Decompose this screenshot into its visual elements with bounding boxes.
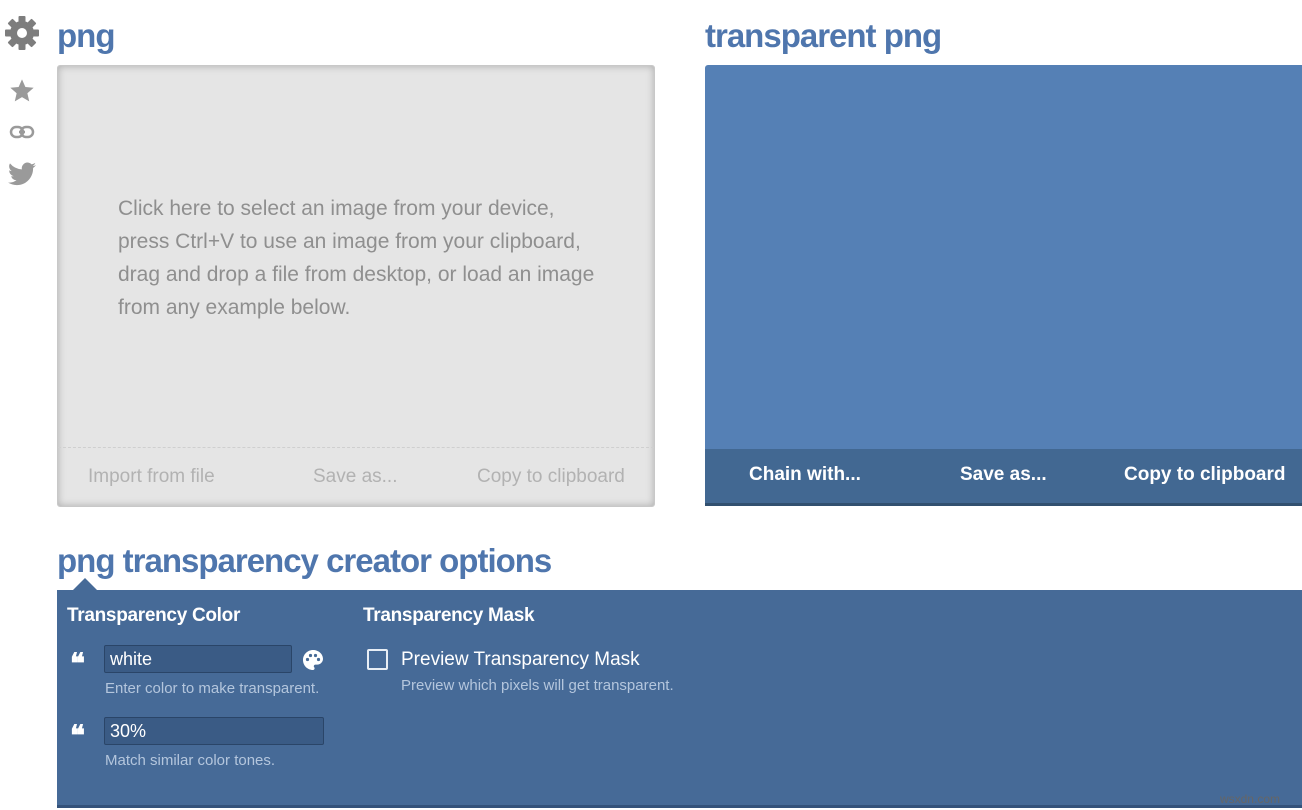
options-pointer	[73, 578, 97, 590]
transparency-color-heading: Transparency Color	[67, 605, 241, 626]
input-dropzone[interactable]: Click here to select an image from your …	[57, 65, 655, 507]
tone-similarity-input[interactable]	[104, 717, 324, 745]
transparency-color-help: Enter color to make transparent.	[105, 680, 320, 697]
transparency-mask-heading: Transparency Mask	[363, 605, 535, 626]
output-save-as-button[interactable]: Save as...	[960, 464, 1047, 486]
quote-icon: ❝	[70, 719, 86, 752]
output-actions: Chain with... Save as... Copy to clipboa…	[705, 449, 1302, 506]
watermark: wsxdn.com	[1219, 792, 1280, 806]
input-hint: Click here to select an image from your …	[118, 197, 595, 319]
input-actions: Import from file Save as... Copy to clip…	[58, 447, 654, 506]
output-title: transparent png	[705, 17, 942, 54]
star-icon[interactable]	[0, 77, 44, 105]
options-title: png transparency creator options	[57, 542, 552, 579]
output-copy-to-clipboard-button[interactable]: Copy to clipboard	[1124, 464, 1286, 486]
output-preview: Chain with... Save as... Copy to clipboa…	[705, 65, 1302, 506]
chain-with-button[interactable]: Chain with...	[749, 464, 861, 486]
input-save-as-button[interactable]: Save as...	[313, 466, 398, 488]
options-panel: Transparency Color ❝ Enter color to make…	[57, 590, 1302, 808]
input-title: png	[57, 17, 115, 54]
input-copy-to-clipboard-button[interactable]: Copy to clipboard	[477, 466, 625, 488]
import-from-file-button[interactable]: Import from file	[88, 466, 215, 488]
twitter-icon[interactable]	[0, 162, 44, 186]
preview-mask-label[interactable]: Preview Transparency Mask	[401, 649, 640, 671]
tone-similarity-help: Match similar color tones.	[105, 752, 276, 769]
palette-icon[interactable]	[301, 648, 325, 677]
link-icon[interactable]	[0, 122, 44, 142]
gear-icon[interactable]	[0, 14, 44, 52]
transparency-color-input[interactable]	[104, 645, 292, 673]
preview-mask-checkbox[interactable]	[367, 649, 388, 670]
preview-mask-help: Preview which pixels will get transparen…	[401, 677, 674, 694]
quote-icon: ❝	[70, 647, 86, 680]
